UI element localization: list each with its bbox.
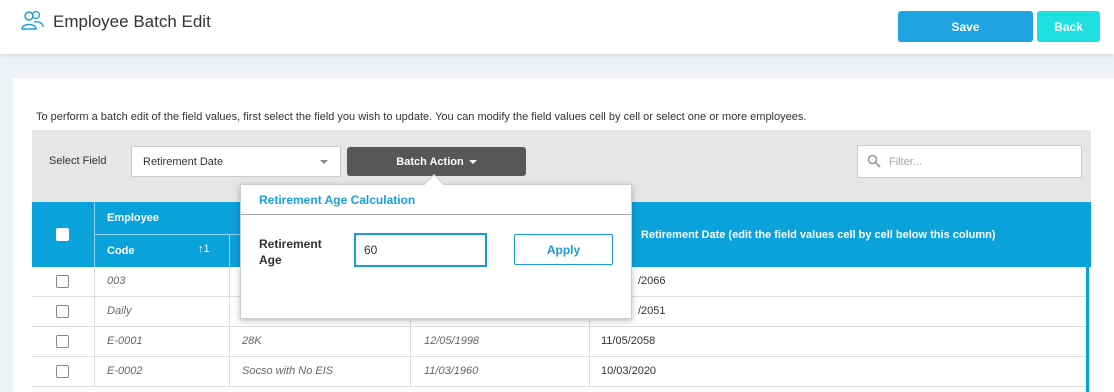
retirement-age-label: Retirement Age: [259, 237, 322, 267]
retirement-age-input[interactable]: [354, 233, 487, 267]
caret-down-icon: [468, 159, 477, 164]
table-row[interactable]: E-0001 28K 12/05/1998 11/05/2058: [32, 327, 1091, 357]
batch-action-label: Batch Action: [396, 155, 464, 168]
apply-button[interactable]: Apply: [514, 234, 613, 265]
page-title: Employee Batch Edit: [53, 12, 211, 31]
employee-code: Daily: [107, 305, 132, 317]
popover-divider: [241, 214, 631, 215]
cell-divider: [410, 357, 411, 387]
row-checkbox[interactable]: [56, 365, 69, 378]
filter-placeholder: Filter...: [889, 156, 923, 168]
cell-divider: [94, 297, 95, 327]
cell-divider: [229, 357, 230, 387]
back-button[interactable]: Back: [1037, 11, 1100, 42]
code-column-header[interactable]: Code: [107, 245, 135, 257]
cell-divider: [229, 327, 230, 357]
select-all-checkbox[interactable]: [56, 228, 69, 241]
retirement-date-cell[interactable]: /2066: [638, 275, 666, 287]
filter-input[interactable]: Filter...: [857, 145, 1082, 178]
instructions-text: To perform a batch edit of the field val…: [36, 111, 807, 123]
row-checkbox[interactable]: [56, 335, 69, 348]
retirement-date-column-header: Retirement Date (edit the field values c…: [641, 229, 996, 241]
retirement-date-cell[interactable]: /2051: [638, 305, 666, 317]
cell-divider: [94, 267, 95, 297]
cell-divider: [589, 327, 590, 357]
search-icon: [867, 154, 881, 168]
row-checkbox[interactable]: [56, 305, 69, 318]
popover-title: Retirement Age Calculation: [259, 193, 416, 207]
employee-code: 003: [107, 275, 126, 287]
employee-code: E-0001: [107, 335, 143, 347]
select-field-value: Retirement Date: [143, 156, 224, 168]
table-row[interactable]: E-0002 Socso with No EIS 11/03/1960 10/0…: [32, 357, 1091, 387]
header-divider: [229, 235, 230, 267]
select-field-label: Select Field: [49, 155, 107, 167]
cell-divider: [589, 357, 590, 387]
scrollbar[interactable]: [1086, 267, 1089, 392]
cell-divider: [94, 327, 95, 357]
employee-name: Socso with No EIS: [242, 365, 334, 377]
retirement-date-cell[interactable]: 10/03/2020: [601, 365, 656, 377]
cell-divider: [229, 267, 230, 297]
employee-code: E-0002: [107, 365, 143, 377]
chevron-down-icon: [320, 160, 328, 164]
birth-date: 12/05/1998: [424, 335, 480, 347]
top-bar: Employee Batch Edit Save Back: [0, 0, 1114, 54]
employee-group-header: Employee: [107, 212, 159, 224]
employee-name: 28K: [242, 335, 262, 347]
select-field-dropdown[interactable]: Retirement Date: [131, 146, 341, 177]
cell-divider: [410, 327, 411, 357]
cell-divider: [94, 357, 95, 387]
people-icon: [21, 10, 44, 30]
birth-date: 11/03/1960: [424, 365, 479, 377]
row-checkbox[interactable]: [56, 275, 69, 288]
retirement-date-cell[interactable]: 11/05/2058: [601, 335, 655, 347]
sort-ascending-icon[interactable]: ↑1: [198, 243, 210, 255]
batch-action-button[interactable]: Batch Action: [347, 147, 526, 176]
header-divider: [95, 234, 241, 235]
cell-divider: [229, 297, 230, 327]
save-button[interactable]: Save: [898, 11, 1033, 42]
